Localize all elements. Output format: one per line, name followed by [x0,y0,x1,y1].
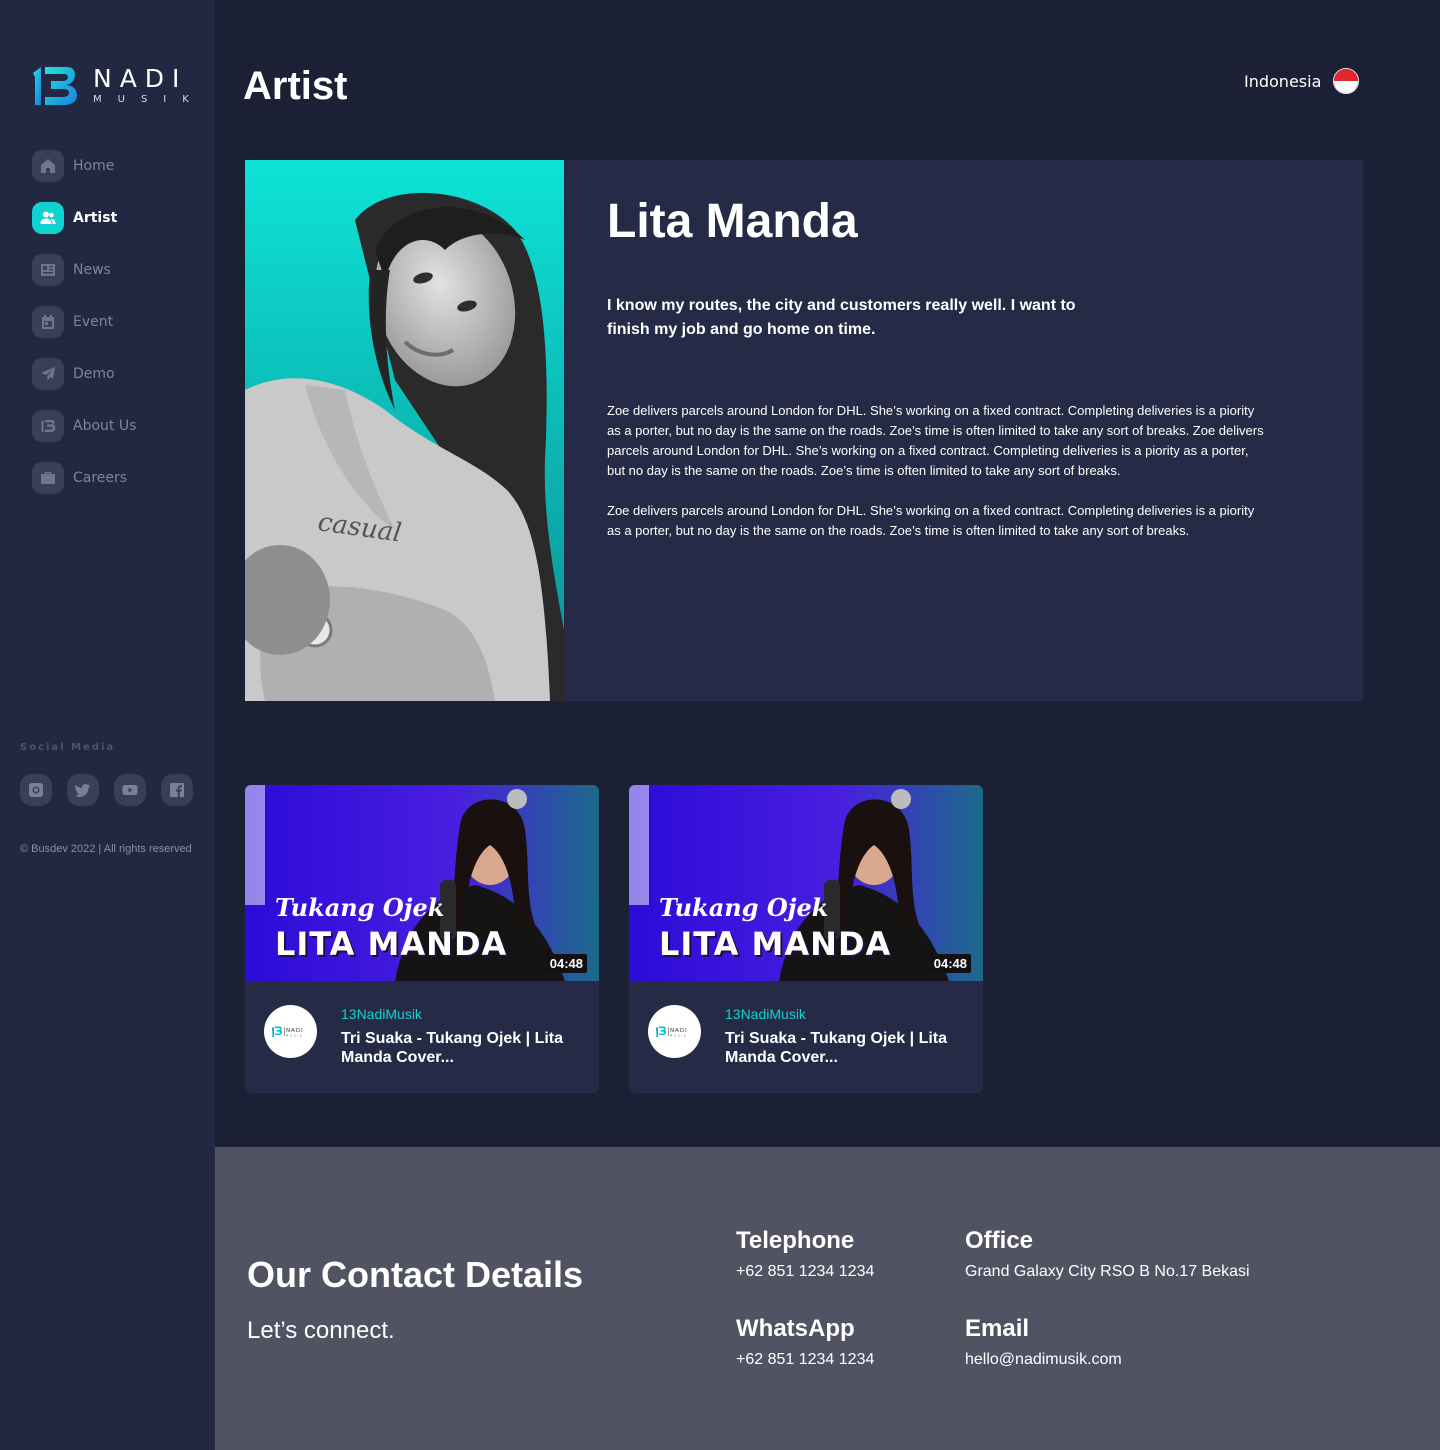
channel-name[interactable]: 13NadiMusik [341,1006,422,1022]
logo-tagline: MUSIK [93,94,205,105]
sidebar-item-label: Home [73,158,115,174]
svg-text:NADI: NADI [670,1028,688,1034]
brand-13-logo-icon [31,63,79,109]
channel-logo-icon: NADI MUSIK [655,1026,688,1037]
video-thumbnail[interactable]: Tukang Ojek LITA MANDA 04:48 [245,785,599,981]
thumbnail-subtitle: Tukang Ojek [275,893,445,922]
sidebar-item-label: Event [73,314,114,330]
sidebar-item-label: Demo [73,366,115,382]
svg-text:MUSIK: MUSIK [286,1033,304,1037]
video-title[interactable]: Tri Suaka - Tukang Ojek | Lita Manda Cov… [341,1029,571,1067]
artist-bio: Zoe delivers parcels around London for D… [607,401,1267,541]
social-links [20,774,193,806]
page-title: Artist [243,64,348,108]
email-value[interactable]: hello@nadimusik.com [965,1351,1122,1369]
thumbnail-subtitle: Tukang Ojek [659,893,829,922]
video-duration: 04:48 [929,954,971,973]
contact-office: Office Grand Galaxy City RSO B No.17 Bek… [965,1227,1250,1281]
logo-wordmark: NADI MUSIK [93,66,205,106]
language-selector[interactable]: Indonesia [1244,68,1360,94]
thumbnail-title: LITA MANDA [275,925,508,963]
artist-quote: I know my routes, the city and customers… [607,297,1076,338]
sidebar-item-about-us[interactable]: About Us [32,410,136,442]
calendar-icon [32,306,64,338]
contact-label: Email [965,1315,1030,1342]
channel-avatar[interactable]: NADI MUSIK [648,1005,701,1058]
instagram-icon[interactable] [20,774,52,806]
video-card[interactable]: Tukang Ojek LITA MANDA 04:48 NADI MUSIK … [245,785,599,1093]
youtube-icon[interactable] [114,774,146,806]
whatsapp-value[interactable]: +62 851 1234 1234 [736,1351,874,1369]
sidebar: NADI MUSIK Home Artist News Event Demo A… [0,0,215,1450]
facebook-icon[interactable] [161,774,193,806]
sidebar-item-label: News [73,262,111,278]
newspaper-icon [32,254,64,286]
sidebar-item-label: Careers [73,470,128,486]
artist-name: Lita Manda [607,195,858,248]
artist-bio-paragraph: Zoe delivers parcels around London for D… [607,503,1255,538]
contact-whatsapp: WhatsApp +62 851 1234 1234 [736,1315,874,1369]
send-icon [32,358,64,390]
contact-email: Email hello@nadimusik.com [965,1315,1122,1369]
brand-13-icon [32,410,64,442]
contact-telephone: Telephone +62 851 1234 1234 [736,1227,874,1281]
channel-name[interactable]: 13NadiMusik [725,1006,806,1022]
social-media-heading: Social Media [20,742,116,753]
contact-title: Our Contact Details [247,1254,584,1295]
indonesia-flag-icon [1333,68,1360,94]
users-icon [32,202,64,234]
video-thumbnail[interactable]: Tukang Ojek LITA MANDA 04:48 [629,785,983,981]
channel-logo-icon: NADI MUSIK [271,1026,304,1037]
video-duration: 04:48 [545,954,587,973]
channel-avatar[interactable]: NADI MUSIK [264,1005,317,1058]
video-card[interactable]: Tukang Ojek LITA MANDA 04:48 NADI MUSIK … [629,785,983,1093]
briefcase-icon [32,462,64,494]
sidebar-item-label: Artist [73,210,118,226]
office-value: Grand Galaxy City RSO B No.17 Bekasi [965,1263,1250,1280]
sidebar-item-demo[interactable]: Demo [32,358,115,390]
sidebar-item-artist[interactable]: Artist [32,202,117,234]
copyright-text: © Busdev 2022 | All rights reserved [20,843,192,855]
language-label: Indonesia [1244,71,1322,91]
sidebar-item-label: About Us [73,418,137,434]
artist-photo: casual [245,160,564,701]
svg-text:NADI: NADI [286,1028,304,1034]
artist-profile-card: casual Lita Manda I know my routes, the … [245,160,1363,701]
thumbnail-title: LITA MANDA [659,925,892,963]
twitter-icon[interactable] [67,774,99,806]
video-title[interactable]: Tri Suaka - Tukang Ojek | Lita Manda Cov… [725,1029,955,1067]
sidebar-item-event[interactable]: Event [32,306,113,338]
svg-text:MUSIK: MUSIK [670,1033,688,1037]
logo-name: NADI [93,64,188,93]
brand-logo[interactable]: NADI MUSIK [31,62,191,110]
telephone-value[interactable]: +62 851 1234 1234 [736,1263,874,1281]
contact-subtitle: Let’s connect. [247,1317,395,1344]
sidebar-item-home[interactable]: Home [32,150,114,182]
sidebar-item-careers[interactable]: Careers [32,462,127,494]
contact-label: Office [965,1227,1034,1254]
artist-bio-paragraph: Zoe delivers parcels around London for D… [607,403,1264,478]
contact-footer: Our Contact Details Let’s connect. Telep… [215,1147,1440,1450]
contact-label: WhatsApp [736,1315,855,1342]
home-icon [32,150,64,182]
sidebar-item-news[interactable]: News [32,254,111,286]
contact-label: Telephone [736,1227,855,1254]
